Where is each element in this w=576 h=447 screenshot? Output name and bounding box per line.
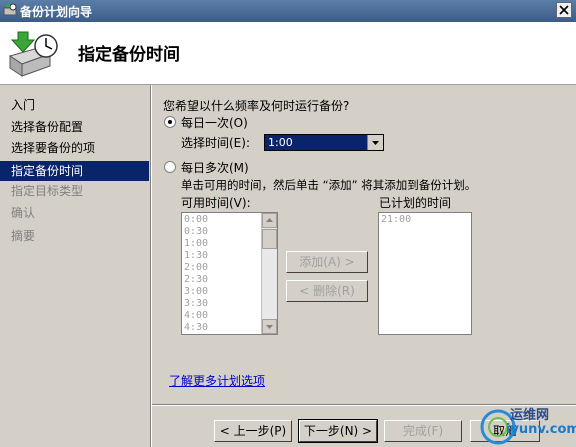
wizard-header: 指定备份时间 [0, 22, 576, 85]
window-title: 备份计划向导 [20, 5, 93, 19]
scroll-down-button[interactable] [262, 319, 277, 334]
finish-button[interactable]: 完成(F) [384, 420, 462, 442]
select-time-dropdown[interactable]: 1:00 [264, 134, 384, 151]
watermark-url: iyunv.com [506, 422, 576, 437]
list-item[interactable]: 4:30 [184, 322, 208, 334]
frequency-question: 您希望以什么频率及何时运行备份? [163, 99, 350, 113]
list-item[interactable]: 3:00 [184, 286, 208, 298]
once-daily-radio[interactable] [164, 116, 176, 128]
page-title: 指定备份时间 [78, 45, 180, 65]
dropdown-arrow[interactable] [367, 135, 383, 150]
scheduled-times-list[interactable]: 21:00 [378, 212, 472, 335]
available-times-list[interactable]: 0:00 0:30 1:00 1:30 2:00 2:30 3:00 3:30 … [181, 212, 278, 335]
available-times-items: 0:00 0:30 1:00 1:30 2:00 2:30 3:00 3:30 … [184, 214, 208, 334]
list-item[interactable]: 0:30 [184, 226, 208, 238]
available-scrollbar[interactable] [261, 213, 277, 334]
backup-app-icon [3, 3, 17, 16]
list-item[interactable]: 3:30 [184, 298, 208, 310]
remove-time-button[interactable]: < 删除(R) [286, 280, 368, 302]
watermark-text: 运维网 [510, 408, 550, 423]
select-time-value: 1:00 [268, 136, 293, 149]
list-item[interactable]: 2:00 [184, 262, 208, 274]
scheduled-times-items: 21:00 [381, 214, 411, 226]
multiple-daily-label[interactable]: 每日多次(M) [181, 159, 249, 176]
nav-item-destination-type: 指定目标类型 [11, 184, 84, 198]
scroll-up-button[interactable] [262, 213, 277, 228]
next-button[interactable]: 下一步(N) > [298, 419, 378, 443]
chevron-down-icon [372, 141, 379, 145]
nav-item-summary: 摘要 [11, 229, 36, 243]
nav-item-confirm: 确认 [11, 206, 36, 220]
scroll-thumb[interactable] [262, 229, 277, 249]
select-time-label: 选择时间(E): [181, 136, 250, 150]
list-item[interactable]: 0:00 [184, 214, 208, 226]
wizard-nav: 入门 选择备份配置 选择要备份的项 指定备份时间 指定目标类型 确认 摘要 [0, 85, 149, 447]
chevron-down-icon [266, 325, 273, 329]
scheduled-times-label: 已计划的时间 [379, 196, 452, 210]
nav-item-specify-time: 指定备份时间 [0, 161, 149, 181]
chevron-up-icon [266, 218, 273, 222]
once-daily-label[interactable]: 每日一次(O) [181, 114, 248, 131]
backup-wizard-icon [8, 31, 58, 77]
back-button[interactable]: < 上一步(P) [214, 420, 292, 442]
close-button[interactable] [556, 2, 572, 18]
instructions-text: 单击可用的时间，然后单击 “添加” 将其添加到备份计划。 [181, 178, 477, 192]
nav-item-select-items: 选择要备份的项 [11, 141, 96, 155]
add-time-button[interactable]: 添加(A) > [286, 251, 368, 273]
nav-item-getting-started: 入门 [11, 98, 36, 112]
multiple-daily-radio[interactable] [164, 161, 176, 173]
available-times-label: 可用时间(V): [181, 196, 251, 210]
nav-item-backup-config: 选择备份配置 [11, 120, 84, 134]
list-item[interactable]: 1:00 [184, 238, 208, 250]
list-item[interactable]: 4:00 [184, 310, 208, 322]
list-item[interactable]: 21:00 [381, 214, 411, 226]
learn-more-link[interactable]: 了解更多计划选项 [169, 372, 265, 389]
title-bar: 备份计划向导 [0, 0, 576, 22]
close-icon [559, 5, 569, 15]
main-panel: 您希望以什么频率及何时运行备份? 每日一次(O) 选择时间(E): 1:00 每… [152, 85, 576, 447]
list-item[interactable]: 1:30 [184, 250, 208, 262]
list-item[interactable]: 2:30 [184, 274, 208, 286]
